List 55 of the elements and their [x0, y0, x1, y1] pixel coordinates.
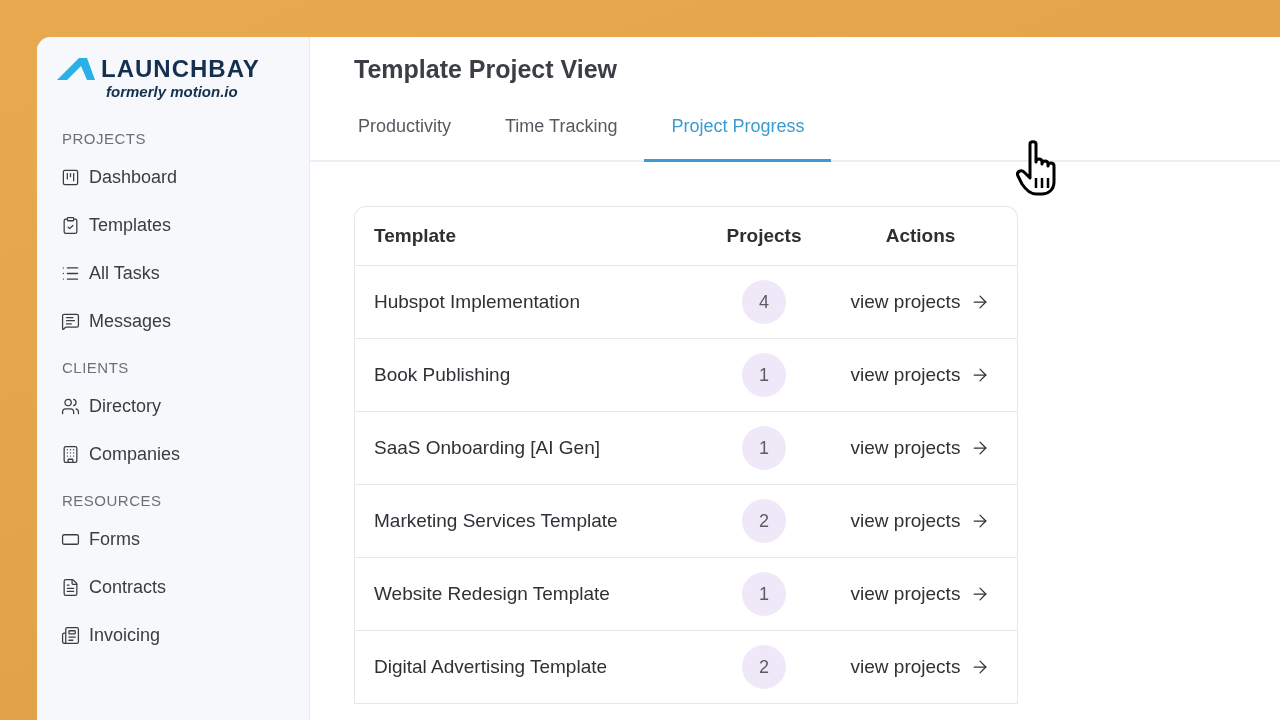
column-header: Template	[355, 207, 704, 266]
column-header: Actions	[824, 207, 1017, 266]
view-projects-link[interactable]: view projects	[850, 656, 991, 678]
tab[interactable]: Time Tracking	[478, 110, 645, 162]
template-name: SaaS Onboarding [AI Gen]	[374, 437, 601, 459]
nav-item[interactable]: Companies	[61, 430, 309, 478]
nav-item[interactable]: Dashboard	[61, 153, 309, 201]
building-icon	[61, 444, 80, 464]
nav-label: Directory	[89, 395, 161, 417]
nav-item[interactable]: Templates	[61, 201, 309, 249]
clipboard-check-icon	[61, 215, 80, 235]
view-projects-link[interactable]: view projects	[850, 291, 991, 313]
nav-label: Templates	[89, 214, 172, 236]
message-icon	[61, 311, 80, 331]
section-heading: RESOURCES	[62, 492, 163, 509]
nav-label: Contracts	[89, 576, 167, 598]
section-heading: PROJECTS	[62, 130, 147, 147]
nav-item[interactable]: Contracts	[61, 563, 309, 611]
brand-tagline: formerly motion.io	[106, 83, 239, 100]
project-count: 4	[742, 280, 786, 324]
nav-item[interactable]: All Tasks	[61, 249, 309, 297]
project-count: 1	[742, 353, 786, 397]
template-name: Marketing Services Template	[374, 510, 618, 532]
users-icon	[61, 396, 80, 416]
template-name: Website Redesign Template	[374, 583, 610, 605]
kanban-icon	[61, 167, 80, 187]
document-icon	[61, 577, 80, 597]
nav-label: Companies	[89, 443, 181, 465]
project-count: 2	[742, 499, 786, 543]
nav-label: Forms	[89, 528, 140, 550]
view-projects-link[interactable]: view projects	[850, 510, 991, 532]
view-projects-link[interactable]: view projects	[850, 583, 991, 605]
nav-label: Messages	[89, 310, 172, 332]
view-projects-link[interactable]: view projects	[850, 364, 991, 386]
nav-item[interactable]: Messages	[61, 297, 309, 345]
logo-icon	[57, 58, 95, 80]
template-name: Book Publishing	[374, 364, 511, 386]
nav-label: Dashboard	[89, 166, 178, 188]
section-heading: CLIENTS	[62, 359, 130, 376]
nav-item[interactable]: Directory	[61, 382, 309, 430]
newspaper-icon	[61, 625, 80, 645]
tab[interactable]: Productivity	[331, 110, 479, 162]
nav-item[interactable]: Forms	[61, 515, 309, 563]
template-name: Hubspot Implementation	[374, 291, 580, 313]
column-header: Projects	[704, 207, 824, 266]
page-title: Template Project View	[354, 55, 618, 84]
nav-item[interactable]: Invoicing	[61, 611, 309, 659]
project-count: 2	[742, 645, 786, 689]
nav-label: Invoicing	[89, 624, 161, 646]
project-count: 1	[742, 426, 786, 470]
brand-name: LAUNCHBAY	[101, 55, 260, 83]
view-projects-link[interactable]: view projects	[850, 437, 991, 459]
template-name: Digital Advertising Template	[374, 656, 608, 678]
project-count: 1	[742, 572, 786, 616]
nav-label: All Tasks	[89, 262, 160, 284]
